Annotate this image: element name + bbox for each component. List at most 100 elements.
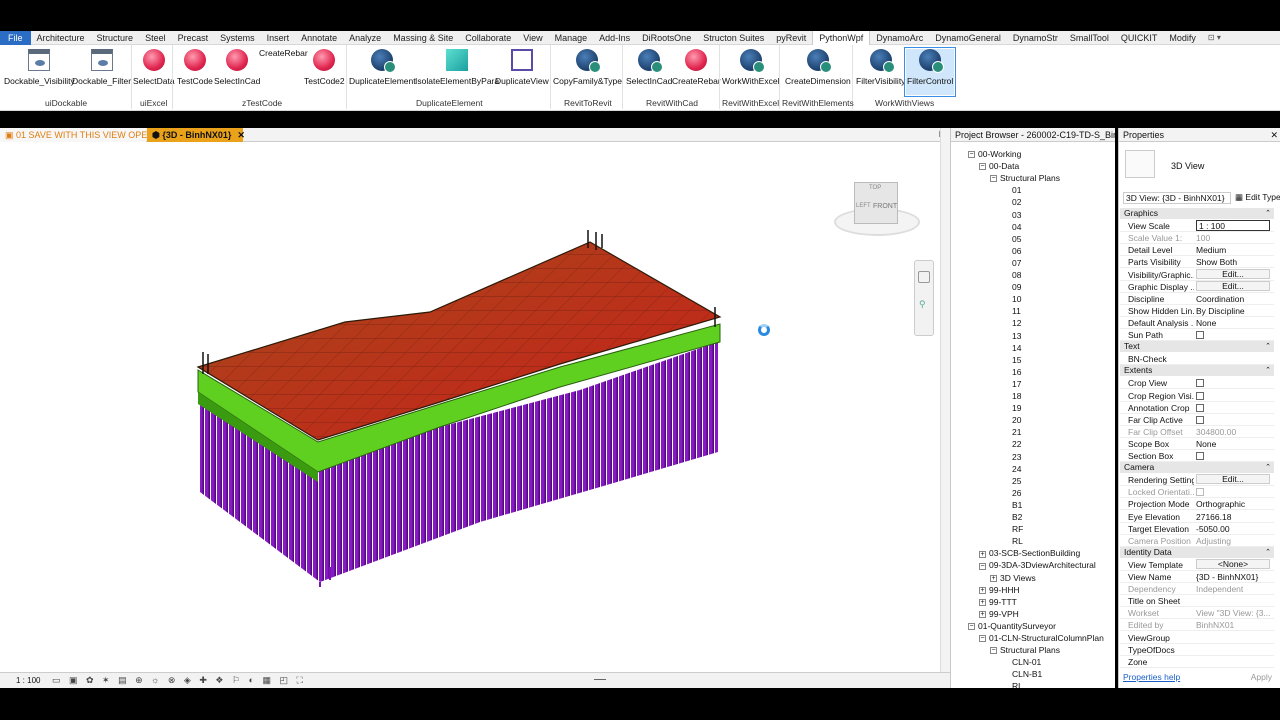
edit-button[interactable]: Edit... [1196, 268, 1270, 279]
testcode2-button[interactable]: TestCode2 [304, 49, 345, 86]
property-value[interactable]: None [1196, 317, 1270, 329]
edit-button[interactable]: <None> [1196, 558, 1270, 569]
filtervisibility-button[interactable]: FilterVisibility [856, 49, 905, 86]
viewport-scrollbar[interactable] [940, 128, 950, 688]
tab-pyrevit[interactable]: pyRevit [770, 31, 812, 45]
expand-icon[interactable]: + [979, 598, 986, 606]
property-value[interactable]: 1 : 100 [1196, 220, 1270, 232]
collapse-icon[interactable]: − [979, 562, 986, 570]
view-tab-3d-binhnx01[interactable]: ⬢ {3D - BinhNX01} ✕ [147, 128, 245, 142]
edit-button[interactable]: Edit... [1196, 280, 1270, 291]
tab-steel[interactable]: Steel [139, 31, 172, 45]
browser-node[interactable]: +99-VPH [979, 608, 1019, 620]
collapse-icon[interactable]: ⌃ [1265, 462, 1271, 473]
browser-node[interactable]: RF [1012, 523, 1023, 535]
browser-node[interactable]: 12 [1012, 317, 1021, 329]
property-value[interactable]: Show Both [1196, 256, 1270, 268]
tab-analyze[interactable]: Analyze [343, 31, 387, 45]
tab-architecture[interactable]: Architecture [31, 31, 91, 45]
collapse-icon[interactable]: − [990, 647, 997, 655]
browser-node[interactable]: −00-Data [979, 160, 1019, 172]
collapse-icon[interactable]: ⌃ [1265, 365, 1271, 376]
property-value[interactable]: View "3D View: {3... [1196, 607, 1270, 619]
tab-add-ins[interactable]: Add-Ins [593, 31, 636, 45]
createrebar-button[interactable]: CreateRebar [672, 49, 721, 86]
tab-view[interactable]: View [517, 31, 548, 45]
browser-node[interactable]: 25 [1012, 475, 1021, 487]
property-value[interactable]: -5050.00 [1196, 523, 1270, 535]
property-value[interactable]: None [1196, 438, 1270, 450]
tab-annotate[interactable]: Annotate [295, 31, 343, 45]
checkbox[interactable] [1196, 391, 1204, 400]
browser-node[interactable]: 17 [1012, 378, 1021, 390]
checkbox[interactable] [1196, 452, 1204, 460]
edit-type-button[interactable]: ▦ Edit Type [1235, 192, 1280, 203]
browser-node[interactable]: 15 [1012, 354, 1021, 366]
browser-node[interactable]: +3D Views [990, 572, 1036, 584]
createrebar-small-button[interactable]: CreateRebar [259, 48, 308, 58]
tab-insert[interactable]: Insert [261, 31, 296, 45]
browser-node[interactable]: 10 [1012, 293, 1021, 305]
collapse-icon[interactable]: − [979, 635, 986, 643]
properties-help-link[interactable]: Properties help [1123, 672, 1180, 682]
property-value[interactable]: BinhNX01 [1196, 619, 1270, 631]
tab-systems[interactable]: Systems [214, 31, 261, 45]
tab-manage[interactable]: Manage [549, 31, 594, 45]
browser-node[interactable]: 18 [1012, 390, 1021, 402]
dockable-filter-button[interactable]: Dockable_Filter [72, 49, 131, 86]
collapse-icon[interactable]: ⌃ [1265, 208, 1271, 219]
collapse-icon[interactable]: ⌃ [1265, 547, 1271, 558]
checkbox[interactable] [1196, 403, 1204, 412]
property-value[interactable] [1196, 450, 1270, 463]
checkbox[interactable] [1196, 379, 1204, 388]
createdimension-button[interactable]: CreateDimension [785, 49, 851, 86]
duplicateelement-button[interactable]: DuplicateElement [349, 49, 416, 86]
duplicateview-button[interactable]: DuplicateView [495, 49, 549, 86]
collapse-icon[interactable]: ⌃ [1265, 341, 1271, 352]
expand-icon[interactable]: + [979, 611, 986, 619]
browser-node[interactable]: −00-Working [968, 148, 1021, 160]
browser-node[interactable]: CLN-01 [1012, 656, 1041, 668]
ribbon-options-icon[interactable]: ⊡ ▾ [1202, 31, 1227, 45]
isolateelementbypara-button[interactable]: IsolateElementByPara [415, 49, 499, 86]
browser-node[interactable]: RL [1012, 535, 1023, 547]
browser-node[interactable]: 14 [1012, 342, 1021, 354]
browser-node[interactable]: 06 [1012, 245, 1021, 257]
browser-node[interactable]: 26 [1012, 487, 1021, 499]
browser-node[interactable]: 20 [1012, 414, 1021, 426]
tab-collaborate[interactable]: Collaborate [459, 31, 517, 45]
3d-viewport[interactable]: TOP FRONT LEFT ⚲ [0, 142, 940, 672]
selectincad2-button[interactable]: SelectInCad [626, 49, 672, 86]
property-value[interactable]: Independent [1196, 583, 1270, 595]
checkbox[interactable] [1196, 488, 1204, 497]
property-value[interactable]: 27166.18 [1196, 511, 1270, 523]
tab-massing-site[interactable]: Massing & Site [387, 31, 459, 45]
browser-node[interactable]: 22 [1012, 438, 1021, 450]
browser-node[interactable]: 07 [1012, 257, 1021, 269]
property-value[interactable] [1196, 377, 1270, 390]
view-scale[interactable]: 1 : 100 [16, 676, 40, 685]
browser-node[interactable]: B1 [1012, 499, 1022, 511]
property-value[interactable] [1196, 486, 1270, 499]
filtercontrol-button[interactable]: FilterControl [903, 47, 957, 97]
expand-icon[interactable]: + [990, 574, 997, 582]
browser-node[interactable]: 03 [1012, 209, 1021, 221]
property-value[interactable]: Adjusting [1196, 535, 1270, 547]
collapse-icon[interactable]: − [968, 151, 975, 159]
browser-node[interactable]: 08 [1012, 269, 1021, 281]
section-text[interactable]: Text ⌃ [1120, 341, 1274, 353]
collapse-icon[interactable]: − [979, 163, 986, 171]
browser-node[interactable]: 13 [1012, 330, 1021, 342]
tab-dynamoarc[interactable]: DynamoArc [870, 31, 929, 45]
section-extents[interactable]: Extents ⌃ [1120, 365, 1274, 377]
property-value[interactable] [1196, 390, 1270, 403]
tab-dynamostr[interactable]: DynamoStr [1007, 31, 1064, 45]
browser-node[interactable]: 23 [1012, 451, 1021, 463]
property-value[interactable]: Edit... [1196, 268, 1270, 279]
selectdata-button[interactable]: SelectData [133, 49, 175, 86]
section-camera[interactable]: Camera ⌃ [1120, 462, 1274, 474]
tab-modify[interactable]: Modify [1163, 31, 1202, 45]
edit-button[interactable]: Edit... [1196, 474, 1270, 485]
testcode-button[interactable]: TestCode [177, 49, 213, 86]
browser-node[interactable]: 02 [1012, 196, 1021, 208]
